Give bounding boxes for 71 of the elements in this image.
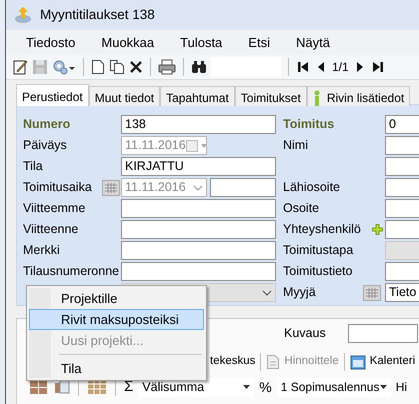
field-label: Toimitusaika	[23, 179, 93, 196]
record-counter: 1/1	[332, 59, 349, 76]
input-field[interactable]: 138	[121, 115, 276, 134]
input-field[interactable]	[121, 262, 276, 281]
toolbar-button[interactable]: Hi	[396, 378, 408, 396]
field-label: Tilausnumeronne	[23, 263, 120, 280]
field-label: Toimitustapa	[283, 242, 354, 260]
field-label: Merkki	[23, 242, 61, 260]
tab[interactable]: Rivin lisätiedot	[306, 86, 410, 106]
info-icon	[312, 90, 321, 106]
copy-pages-icon[interactable]	[109, 59, 125, 75]
input-field[interactable]	[348, 324, 418, 342]
field-label: Osoite	[283, 200, 320, 218]
chevron-icon	[193, 184, 203, 190]
documents-icon[interactable]	[54, 379, 70, 395]
grid-icon[interactable]	[87, 379, 107, 395]
window-title: Myyntitilaukset 138	[40, 6, 155, 24]
menu-item[interactable]: Tiedosto	[20, 32, 86, 52]
last-record-icon[interactable]	[370, 60, 385, 74]
delete-icon[interactable]	[129, 60, 143, 74]
field-label: Viitteenne	[23, 221, 80, 238]
input-field[interactable]	[210, 178, 276, 197]
calendar-button[interactable]	[102, 180, 120, 196]
field-label: Päiväys	[23, 137, 68, 154]
boxes-icon[interactable]	[29, 379, 49, 395]
percent-button[interactable]: %	[259, 376, 272, 398]
tab[interactable]: Perustiedot	[16, 84, 89, 106]
menu-item[interactable]: Tila	[29, 358, 204, 379]
input-field[interactable]: 0	[385, 115, 419, 134]
add-icon[interactable]	[372, 224, 382, 235]
input-field[interactable]	[121, 220, 276, 239]
gears-icon[interactable]	[52, 59, 76, 75]
dropdown-field[interactable]: 1 Sopimusalennus	[276, 378, 391, 396]
chevron-icon	[262, 290, 272, 296]
toolbar-button[interactable]: tekeskus	[210, 353, 256, 371]
tab[interactable]: Tapahtumat	[160, 86, 235, 106]
document-icon	[266, 354, 280, 370]
field-label: Kuvaus	[284, 324, 326, 342]
new-page-icon[interactable]	[91, 59, 105, 75]
tab[interactable]: Muut tiedot	[88, 86, 160, 106]
menu-item[interactable]: Etsi	[242, 32, 280, 52]
calendar-button[interactable]	[363, 284, 381, 300]
field-label: Tila	[23, 158, 44, 176]
menu-item[interactable]: Tulosta	[174, 32, 232, 52]
field-label: Yhteyshenkilö	[283, 221, 362, 238]
app-icon	[14, 6, 32, 24]
input-field[interactable]: Tieto	[385, 283, 419, 302]
field-label: Myyjä	[283, 284, 317, 302]
tab[interactable]: Toimitukset	[234, 86, 307, 106]
calendar-icon	[350, 354, 366, 370]
field-label: Lähiosoite	[283, 179, 341, 196]
menu-item[interactable]: Näytä	[290, 32, 340, 52]
toolbar-button[interactable]: Kalenteri	[350, 353, 416, 371]
input-field[interactable]	[121, 241, 276, 260]
caret-icon	[243, 385, 250, 389]
menu-item[interactable]: Projektille	[29, 288, 204, 309]
field-label: Numero	[23, 116, 72, 134]
caret-icon	[380, 385, 387, 389]
input-field[interactable]	[121, 199, 276, 218]
field-label: Viitteemme	[23, 200, 86, 218]
menu-item[interactable]: Muokkaa	[95, 32, 164, 52]
input-field[interactable]: KIRJATTU	[121, 157, 276, 176]
calendar-dropdown-icon	[186, 140, 206, 152]
binoculars-icon[interactable]	[191, 60, 207, 74]
edit-icon[interactable]	[12, 59, 28, 75]
first-record-icon[interactable]	[296, 60, 310, 74]
field-label: Nimi	[283, 137, 309, 154]
printer-icon[interactable]	[158, 59, 176, 75]
field-label: Toimitustieto	[283, 263, 354, 280]
field-label: Toimitus	[283, 116, 336, 134]
menu-item[interactable]: Rivit maksuposteiksi	[29, 309, 204, 330]
